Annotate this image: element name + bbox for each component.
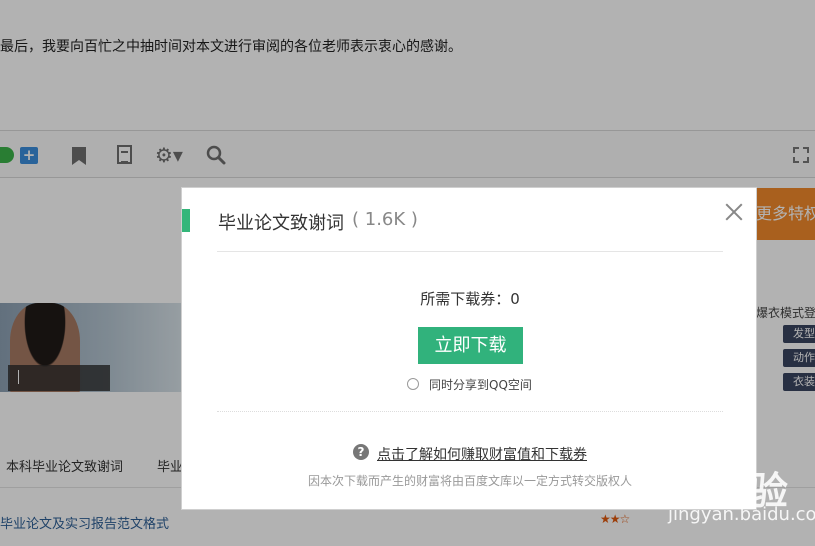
divider	[217, 411, 723, 412]
learn-earn-wealth-link[interactable]: 点击了解如何赚取财富值和下载券	[377, 444, 587, 464]
file-size: ( 1.6K )	[352, 209, 418, 230]
wealth-transfer-note: 因本次下载而产生的财富将由百度文库以一定方式转交版权人	[307, 474, 632, 488]
download-dialog: 毕业论文致谢词 ( 1.6K ) 所需下载券：0 立即下载 同时分享到QQ空间 …	[181, 187, 757, 510]
required-coupons-text: 所需下载券：0	[420, 290, 520, 308]
close-icon[interactable]	[722, 200, 746, 224]
share-label: 同时分享到QQ空间	[429, 378, 532, 392]
download-now-button[interactable]: 立即下载	[418, 327, 523, 364]
divider	[217, 251, 723, 252]
share-radio[interactable]	[407, 378, 419, 390]
title-accent-bar	[182, 209, 190, 232]
question-icon: ?	[353, 444, 369, 460]
dialog-title: 毕业论文致谢词	[218, 213, 344, 234]
